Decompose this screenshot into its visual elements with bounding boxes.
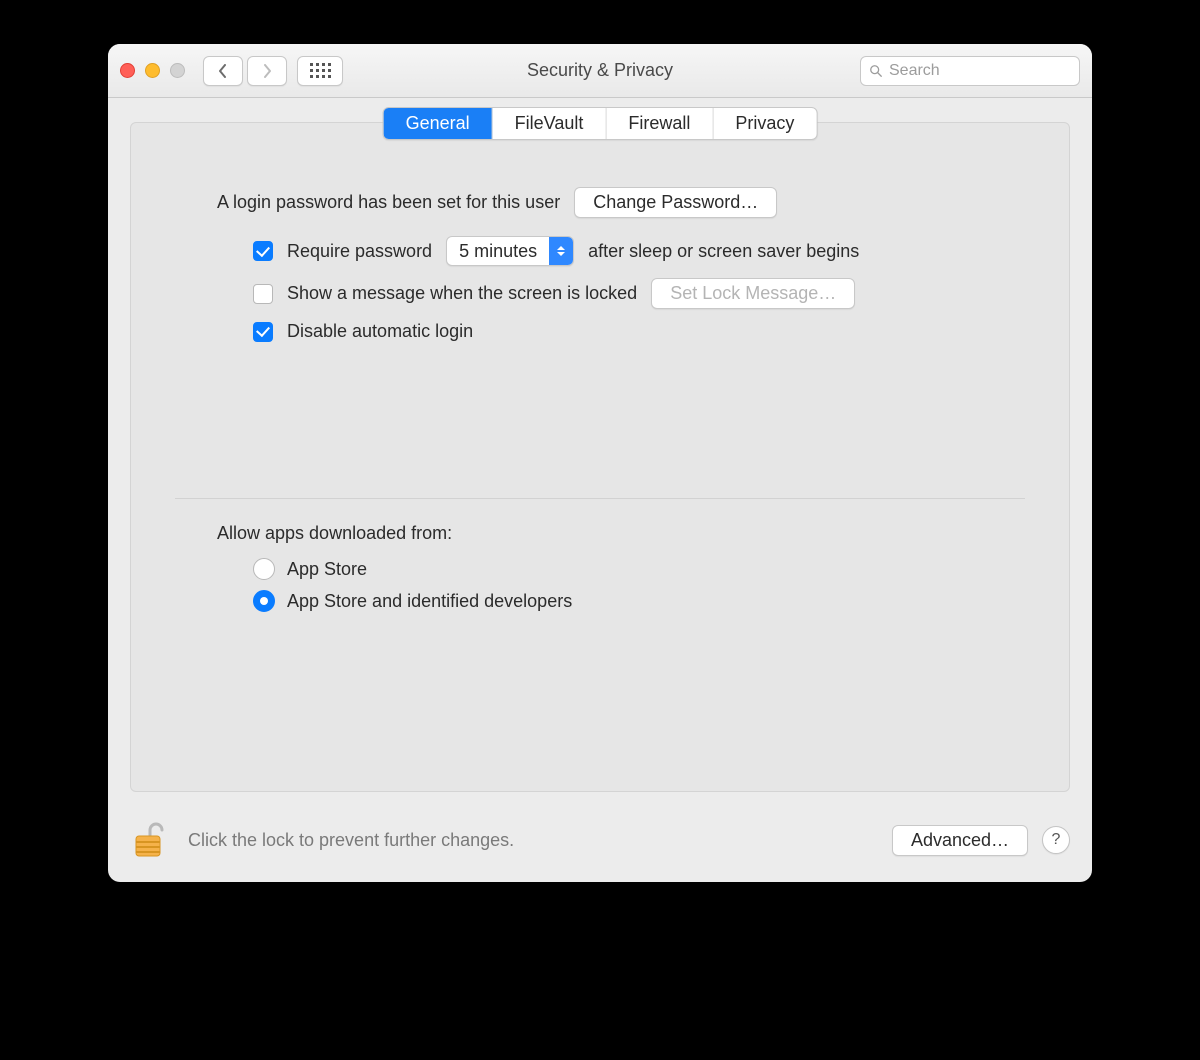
radio-app-store-label: App Store — [287, 559, 367, 580]
show-message-checkbox[interactable] — [253, 284, 273, 304]
radio-app-store-identified[interactable] — [253, 590, 275, 612]
show-message-row: Show a message when the screen is locked… — [253, 278, 1015, 309]
require-password-delay-select[interactable]: 5 minutes — [446, 236, 574, 266]
nav-buttons — [203, 56, 343, 86]
search-input[interactable] — [889, 62, 1071, 80]
search-icon — [869, 64, 883, 78]
change-password-button[interactable]: Change Password… — [574, 187, 777, 218]
tab-general[interactable]: General — [384, 108, 493, 139]
stepper-arrows-icon — [549, 237, 573, 265]
require-password-delay-value: 5 minutes — [447, 241, 549, 262]
back-button[interactable] — [203, 56, 243, 86]
close-window-button[interactable] — [120, 63, 135, 78]
tab-privacy[interactable]: Privacy — [713, 108, 816, 139]
minimize-window-button[interactable] — [145, 63, 160, 78]
tab-firewall[interactable]: Firewall — [606, 108, 713, 139]
titlebar: Security & Privacy — [108, 44, 1092, 98]
preferences-window: Security & Privacy General FileVault Fir… — [108, 44, 1092, 882]
allow-apps-label: Allow apps downloaded from: — [217, 523, 1015, 544]
footer: Click the lock to prevent further change… — [108, 810, 1092, 882]
require-password-after-label: after sleep or screen saver begins — [588, 241, 859, 262]
lock-text: Click the lock to prevent further change… — [188, 830, 514, 851]
advanced-button[interactable]: Advanced… — [892, 825, 1028, 856]
window-body: General FileVault Firewall Privacy A log… — [108, 98, 1092, 810]
require-password-checkbox[interactable] — [253, 241, 273, 261]
zoom-window-button — [170, 63, 185, 78]
disable-auto-login-row: Disable automatic login — [253, 321, 1015, 342]
settings-panel: General FileVault Firewall Privacy A log… — [130, 122, 1070, 792]
login-password-text: A login password has been set for this u… — [217, 192, 560, 213]
require-password-row: Require password 5 minutes after sleep o… — [253, 236, 1015, 266]
forward-button[interactable] — [247, 56, 287, 86]
tab-filevault[interactable]: FileVault — [493, 108, 607, 139]
chevron-left-icon — [217, 64, 229, 78]
require-password-label: Require password — [287, 241, 432, 262]
radio-app-store[interactable] — [253, 558, 275, 580]
disable-auto-login-label: Disable automatic login — [287, 321, 473, 342]
show-message-label: Show a message when the screen is locked — [287, 283, 637, 304]
disable-auto-login-checkbox[interactable] — [253, 322, 273, 342]
chevron-right-icon — [261, 64, 273, 78]
login-password-row: A login password has been set for this u… — [217, 187, 1015, 218]
divider — [175, 498, 1025, 499]
lock-button[interactable] — [130, 818, 174, 862]
tab-bar: General FileVault Firewall Privacy — [383, 107, 818, 140]
radio-app-store-identified-label: App Store and identified developers — [287, 591, 572, 612]
window-controls — [120, 63, 185, 78]
set-lock-message-button[interactable]: Set Lock Message… — [651, 278, 855, 309]
help-button[interactable]: ? — [1042, 826, 1070, 854]
search-field[interactable] — [860, 56, 1080, 86]
show-all-button[interactable] — [297, 56, 343, 86]
unlocked-padlock-icon — [134, 820, 170, 860]
allow-apps-option-identified: App Store and identified developers — [253, 590, 1015, 612]
allow-apps-option-appstore: App Store — [253, 558, 1015, 580]
grid-icon — [310, 63, 331, 78]
